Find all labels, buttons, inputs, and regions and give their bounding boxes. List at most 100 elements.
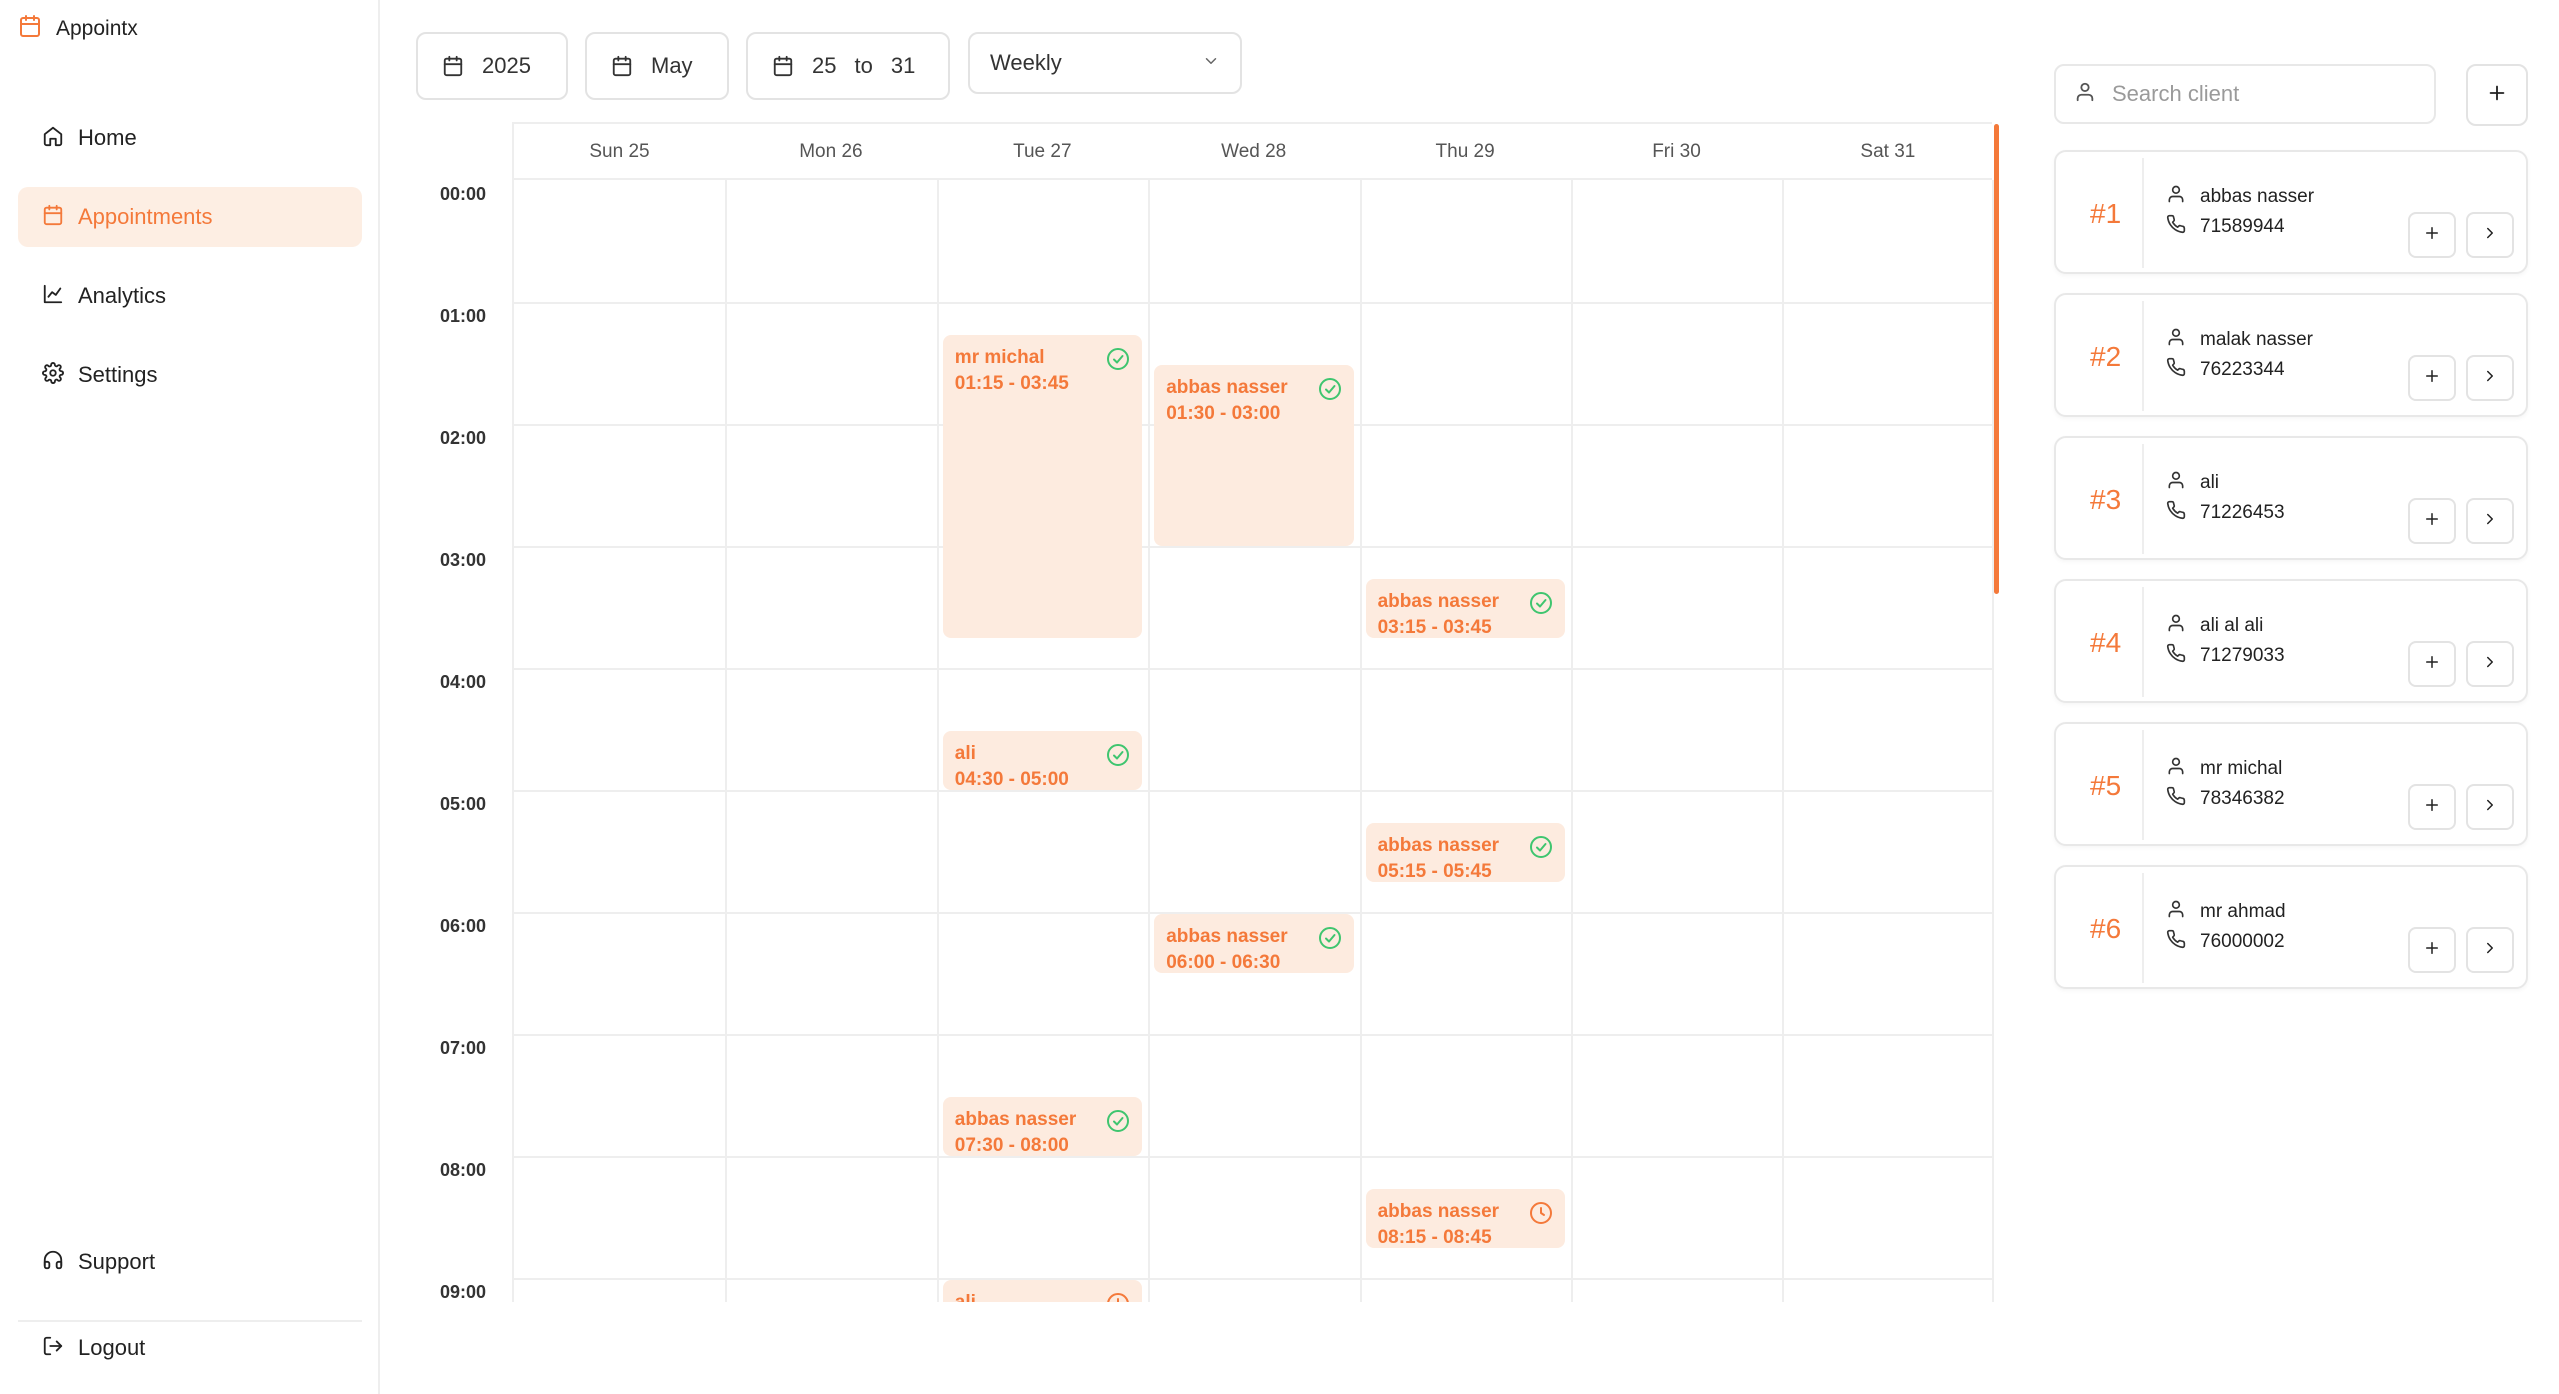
client-name: abbas nasser bbox=[2200, 186, 2315, 207]
appointment-card[interactable]: abbas nasser 08:15 - 08:45 bbox=[1365, 1188, 1565, 1248]
nav-item-settings[interactable]: Settings bbox=[18, 345, 362, 405]
appointment-card[interactable]: abbas nasser 01:30 - 03:00 bbox=[1154, 365, 1354, 546]
day-divider bbox=[936, 180, 939, 1302]
hour-divider bbox=[514, 668, 1994, 670]
nav-item-appointments[interactable]: Appointments bbox=[18, 187, 362, 247]
phone-icon bbox=[2166, 786, 2186, 812]
appointment-client: abbas nasser bbox=[1377, 590, 1500, 612]
appointment-time: 04:30 - 05:00 bbox=[954, 769, 1069, 790]
user-icon bbox=[2166, 613, 2186, 639]
open-client-button[interactable] bbox=[2466, 927, 2514, 973]
week-calendar: Sun 25 Mon 26 Tue 27 Wed 28 Thu 29 Fri 30 Sat … bbox=[416, 122, 2002, 1302]
appointment-card[interactable]: abbas nasser 06:00 - 06:30 bbox=[1154, 914, 1354, 973]
appointment-card[interactable]: abbas nasser 03:15 - 03:45 bbox=[1365, 578, 1565, 638]
calendar-scrollbar[interactable] bbox=[1994, 124, 1999, 594]
hour-label: 08:00 bbox=[440, 1160, 487, 1180]
calendar-icon bbox=[611, 55, 633, 77]
client-number: #6 bbox=[2090, 913, 2122, 944]
chevron-right-icon bbox=[2481, 939, 2499, 962]
client-card[interactable]: #3 ali 71226453 bbox=[2054, 436, 2528, 560]
client-number: #3 bbox=[2090, 484, 2122, 515]
calendar-icon bbox=[442, 55, 464, 77]
add-appointment-button[interactable] bbox=[2408, 498, 2456, 544]
nav-label-settings: Settings bbox=[78, 362, 158, 387]
open-client-button[interactable] bbox=[2466, 784, 2514, 830]
search-input[interactable] bbox=[2112, 81, 2412, 107]
open-client-button[interactable] bbox=[2466, 355, 2514, 401]
month-picker[interactable]: May bbox=[585, 32, 729, 100]
nav-label-home: Home bbox=[78, 125, 137, 150]
add-appointment-button[interactable] bbox=[2408, 784, 2456, 830]
chevron-right-icon bbox=[2481, 653, 2499, 676]
client-name-row: mr ahmad bbox=[2166, 899, 2286, 925]
day-divider bbox=[725, 180, 728, 1302]
appointment-card[interactable]: abbas nasser 05:15 - 05:45 bbox=[1365, 822, 1565, 882]
appointment-time: 05:15 - 05:45 bbox=[1377, 860, 1492, 882]
appointment-card[interactable]: ali 04:30 - 05:00 bbox=[942, 731, 1143, 790]
check-circle-icon bbox=[1318, 926, 1342, 950]
logout-icon bbox=[42, 1335, 64, 1362]
check-circle-icon bbox=[1106, 1109, 1130, 1133]
client-card[interactable]: #4 ali al ali 71279033 bbox=[2054, 579, 2528, 703]
main-nav: Home Appointments Analytics Settings bbox=[18, 108, 362, 424]
client-card[interactable]: #5 mr michal 78346382 bbox=[2054, 722, 2528, 846]
client-card[interactable]: #6 mr ahmad 76000002 bbox=[2054, 865, 2528, 989]
add-appointment-button[interactable] bbox=[2408, 355, 2456, 401]
hour-label: 01:00 bbox=[440, 306, 487, 326]
client-phone-row: 71226453 bbox=[2166, 500, 2285, 526]
open-client-button[interactable] bbox=[2466, 498, 2514, 544]
client-card[interactable]: #2 malak nasser 76223344 bbox=[2054, 293, 2528, 417]
year-picker[interactable]: 2025 bbox=[416, 32, 568, 100]
open-client-button[interactable] bbox=[2466, 212, 2514, 258]
calendar-grid[interactable]: mr michal 01:15 - 03:45 abbas nasser 01:30 … bbox=[512, 180, 1994, 1302]
client-phone: 71589944 bbox=[2200, 216, 2285, 237]
user-icon bbox=[2166, 470, 2186, 496]
nav-item-home[interactable]: Home bbox=[18, 108, 362, 168]
add-appointment-button[interactable] bbox=[2408, 927, 2456, 973]
appointment-client: abbas nasser bbox=[954, 1109, 1077, 1130]
add-appointment-button[interactable] bbox=[2408, 212, 2456, 258]
appointment-card[interactable]: abbas nasser 07:30 - 08:00 bbox=[942, 1097, 1143, 1156]
check-circle-icon bbox=[1106, 743, 1130, 767]
date-range-picker[interactable]: 25 to 31 bbox=[746, 32, 950, 100]
headset-icon bbox=[42, 1249, 64, 1276]
appointment-time: 01:15 - 03:45 bbox=[954, 372, 1069, 394]
client-card-divider bbox=[2142, 873, 2144, 983]
month-value: May bbox=[651, 53, 693, 78]
check-circle-icon bbox=[1106, 347, 1130, 371]
appointment-client: abbas nasser bbox=[1377, 1200, 1500, 1222]
nav-item-analytics[interactable]: Analytics bbox=[18, 266, 362, 326]
client-card-divider bbox=[2142, 730, 2144, 840]
appointment-client: abbas nasser bbox=[1166, 377, 1288, 398]
view-select[interactable]: Weekly bbox=[968, 32, 1242, 94]
client-card-divider bbox=[2142, 301, 2144, 411]
appointment-client: ali bbox=[955, 1292, 1130, 1302]
appointment-client: mr michal bbox=[954, 346, 1045, 368]
brand[interactable]: Appointx bbox=[18, 14, 138, 43]
nav-item-logout[interactable]: Logout bbox=[18, 1318, 362, 1378]
plus-icon bbox=[2423, 510, 2441, 533]
appointment-client: abbas nasser bbox=[1166, 926, 1288, 947]
hour-divider bbox=[514, 302, 1994, 304]
client-card[interactable]: #1 abbas nasser 71589944 bbox=[2054, 150, 2528, 274]
hour-label: 02:00 bbox=[440, 428, 487, 448]
hour-divider bbox=[514, 546, 1994, 548]
calendar-icon bbox=[772, 55, 794, 77]
appointment-time: 07:30 - 08:00 bbox=[954, 1135, 1069, 1156]
check-circle-icon bbox=[1529, 835, 1553, 859]
add-client-button[interactable] bbox=[2466, 64, 2528, 126]
nav-item-support[interactable]: Support bbox=[18, 1232, 362, 1292]
appointment-card[interactable]: ali bbox=[942, 1280, 1143, 1302]
open-client-button[interactable] bbox=[2466, 641, 2514, 687]
client-phone: 78346382 bbox=[2200, 788, 2285, 809]
appointment-time: 03:15 - 03:45 bbox=[1377, 616, 1492, 638]
appointment-client: abbas nasser bbox=[1377, 834, 1500, 856]
nav-label-appointments: Appointments bbox=[78, 204, 213, 229]
hour-label: 00:00 bbox=[440, 184, 487, 204]
day-header: Sat 31 bbox=[1860, 141, 1916, 162]
appointment-card[interactable]: mr michal 01:15 - 03:45 bbox=[942, 334, 1143, 638]
client-phone: 71226453 bbox=[2200, 502, 2285, 523]
add-appointment-button[interactable] bbox=[2408, 641, 2456, 687]
chevron-down-icon bbox=[1202, 50, 1220, 76]
nav-support-wrap: Support bbox=[18, 1232, 362, 1311]
